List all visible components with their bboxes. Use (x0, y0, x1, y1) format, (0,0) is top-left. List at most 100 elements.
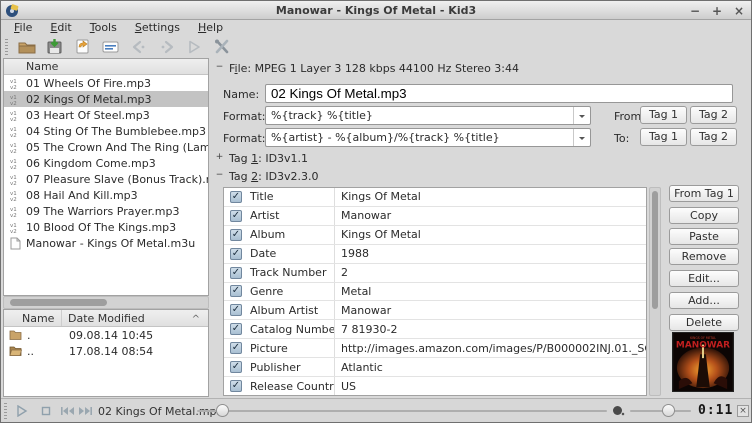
tag1-section-header[interactable]: + Tag 1: ID3v1.1 (215, 152, 308, 165)
album-cover-art[interactable]: KINGS OF METAL MANOWAR (672, 332, 734, 392)
menu-file[interactable]: File (5, 20, 41, 35)
seek-slider-thumb[interactable] (216, 404, 229, 417)
frame-checkbox[interactable]: ✓ (230, 191, 242, 203)
close-button[interactable]: × (733, 4, 745, 18)
frame-row-release-country[interactable]: ✓Release CountryUS (224, 377, 646, 395)
frame-row-album-artist[interactable]: ✓Album ArtistManowar (224, 301, 646, 320)
file-list-item[interactable]: Manowar - Kings Of Metal.m3u (4, 235, 208, 251)
frame-checkbox[interactable]: ✓ (230, 229, 242, 241)
frame-row-genre[interactable]: ✓GenreMetal (224, 283, 646, 302)
player-close-button[interactable]: × (737, 405, 749, 417)
frame-value[interactable]: Metal (334, 283, 646, 301)
file-list-hscrollbar[interactable] (3, 296, 209, 309)
format-to-filename-combobox[interactable]: %{artist} - %{album}/%{track} %{title} (265, 128, 591, 147)
play-button[interactable] (13, 403, 30, 419)
expand-icon[interactable]: + (215, 154, 224, 163)
dropdown-arrow-icon[interactable] (573, 129, 590, 146)
from-tag-1-button[interactable]: From Tag 1 (669, 185, 739, 202)
edit-button[interactable]: Edit... (669, 270, 739, 287)
toolbar-drag-handle[interactable] (5, 39, 8, 55)
frame-value[interactable]: 1988 (334, 245, 646, 263)
collapse-icon[interactable]: − (215, 64, 224, 73)
volume-slider[interactable] (630, 410, 691, 412)
frame-value[interactable]: Atlantic (334, 358, 646, 376)
frame-checkbox[interactable]: ✓ (230, 285, 242, 297)
file-list-item[interactable]: v1v202 Kings Of Metal.mp3 (4, 91, 208, 107)
frame-row-artist[interactable]: ✓ArtistManowar (224, 207, 646, 226)
frame-checkbox[interactable]: ✓ (230, 304, 242, 316)
file-list-item[interactable]: v1v210 Blood Of The Kings.mp3 (4, 219, 208, 235)
from-tag1-button[interactable]: Tag 1 (640, 106, 687, 124)
frame-value[interactable]: 2 (334, 264, 646, 282)
file-list-item[interactable]: v1v205 The Crown And The Ring (Lament Of… (4, 139, 208, 155)
frame-checkbox[interactable]: ✓ (230, 361, 242, 373)
delete-button[interactable]: Delete (669, 314, 739, 331)
collapse-icon[interactable]: − (215, 172, 224, 181)
menu-tools[interactable]: Tools (81, 20, 126, 35)
volume-slider-thumb[interactable] (662, 404, 675, 417)
frame-row-title[interactable]: ✓TitleKings Of Metal (224, 188, 646, 207)
vscrollbar-thumb[interactable] (652, 191, 658, 309)
format-from-filename-combobox[interactable]: %{track} %{title} (265, 106, 591, 125)
maximize-button[interactable]: + (711, 4, 723, 18)
file-section-header[interactable]: − File: MPEG 1 Layer 3 128 kbps 44100 Hz… (215, 62, 519, 75)
frame-value[interactable]: Manowar (334, 207, 646, 225)
frame-row-picture[interactable]: ✓Picturehttp://images.amazon.com/images/… (224, 339, 646, 358)
dir-column-name[interactable]: Name (4, 310, 62, 326)
save-button[interactable] (45, 37, 64, 56)
previous-button[interactable] (59, 403, 76, 419)
volume-button[interactable] (610, 403, 627, 419)
playlist-button[interactable] (101, 37, 120, 56)
frame-value[interactable]: Kings Of Metal (334, 188, 646, 206)
add-button[interactable]: Add... (669, 292, 739, 309)
to-tag1-button[interactable]: Tag 1 (640, 128, 687, 146)
frame-row-catalog-number[interactable]: ✓Catalog Number7 81930-2 (224, 320, 646, 339)
settings-tools-button[interactable] (213, 37, 232, 56)
paste-button[interactable]: Paste (669, 228, 739, 245)
stop-button[interactable] (37, 403, 54, 419)
frame-checkbox[interactable]: ✓ (230, 342, 242, 354)
frame-value[interactable]: Manowar (334, 301, 646, 319)
from-tag2-button[interactable]: Tag 2 (690, 106, 737, 124)
frame-checkbox[interactable]: ✓ (230, 323, 242, 335)
file-list-item[interactable]: v1v204 Sting Of The Bumblebee.mp3 (4, 123, 208, 139)
frame-row-album[interactable]: ✓AlbumKings Of Metal (224, 226, 646, 245)
frame-table-vscrollbar[interactable] (649, 187, 661, 396)
frame-checkbox[interactable]: ✓ (230, 267, 242, 279)
frame-checkbox[interactable]: ✓ (230, 210, 242, 222)
file-list-item[interactable]: v1v206 Kingdom Come.mp3 (4, 155, 208, 171)
filename-input[interactable] (265, 84, 733, 103)
open-folder-button[interactable] (17, 37, 36, 56)
tag2-section-header[interactable]: − Tag 2: ID3v2.3.0 (215, 170, 319, 183)
frame-value[interactable]: http://images.amazon.com/images/P/B00000… (334, 339, 646, 357)
frame-value[interactable]: US (334, 377, 646, 395)
directory-row[interactable]: ..17.08.14 08:54 (4, 343, 208, 359)
next-button[interactable] (77, 403, 94, 419)
sort-ascending-icon[interactable]: ^ (192, 311, 200, 328)
frame-value[interactable]: Kings Of Metal (334, 226, 646, 244)
hscrollbar-thumb[interactable] (10, 299, 107, 306)
frame-row-track-number[interactable]: ✓Track Number2 (224, 264, 646, 283)
frame-checkbox[interactable]: ✓ (230, 248, 242, 260)
file-list-item[interactable]: v1v201 Wheels Of Fire.mp3 (4, 75, 208, 91)
title-bar[interactable]: Manowar - Kings Of Metal - Kid3 −+× (1, 1, 751, 20)
copy-button[interactable]: Copy (669, 207, 739, 224)
frame-value[interactable]: 7 81930-2 (334, 320, 646, 338)
file-list-item[interactable]: v1v209 The Warriors Prayer.mp3 (4, 203, 208, 219)
menu-help[interactable]: Help (189, 20, 232, 35)
player-drag-handle[interactable] (4, 403, 7, 419)
dropdown-arrow-icon[interactable] (573, 107, 590, 124)
dir-column-date[interactable]: Date Modified (62, 310, 145, 326)
remove-button[interactable]: Remove (669, 248, 739, 265)
to-tag2-button[interactable]: Tag 2 (690, 128, 737, 146)
menu-edit[interactable]: Edit (41, 20, 80, 35)
frame-row-publisher[interactable]: ✓PublisherAtlantic (224, 358, 646, 377)
file-list-header[interactable]: Name (4, 59, 208, 75)
frame-checkbox[interactable]: ✓ (230, 380, 242, 392)
file-list-item[interactable]: v1v203 Heart Of Steel.mp3 (4, 107, 208, 123)
minimize-button[interactable]: − (689, 4, 701, 18)
directory-row[interactable]: .09.08.14 10:45 (4, 327, 208, 343)
frame-row-date[interactable]: ✓Date1988 (224, 245, 646, 264)
file-list-item[interactable]: v1v207 Pleasure Slave (Bonus Track).mp3 (4, 171, 208, 187)
menu-settings[interactable]: Settings (126, 20, 189, 35)
